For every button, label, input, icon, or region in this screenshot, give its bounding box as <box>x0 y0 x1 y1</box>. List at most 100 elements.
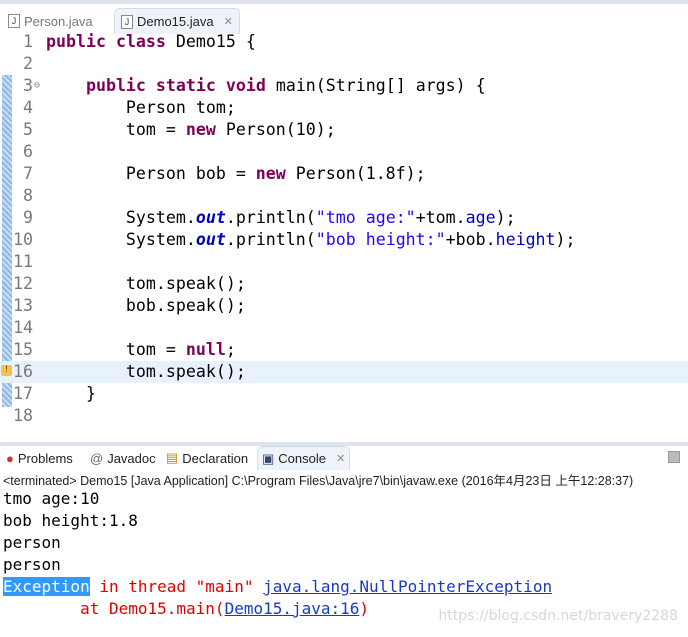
at-icon: @ <box>90 450 104 466</box>
line-number: 13 <box>13 296 33 315</box>
console-line: person <box>3 555 61 574</box>
code-token: .println( <box>225 230 316 249</box>
tab-declaration[interactable]: ▤ Declaration <box>162 446 252 470</box>
tab-problems[interactable]: ● Problems <box>2 446 77 470</box>
tab-console[interactable]: ▣ Console ✕ <box>257 446 351 470</box>
tab-javadoc[interactable]: @ Javadoc <box>86 446 160 470</box>
code-line[interactable]: 14 <box>0 317 688 339</box>
code-token: public <box>85 76 146 95</box>
console-line: tmo age:10 <box>3 489 100 508</box>
tab-label: Demo15.java <box>137 14 214 29</box>
tab-label: Person.java <box>24 13 93 29</box>
code-token: out <box>195 208 226 227</box>
line-number: 7 <box>23 164 33 183</box>
watermark: https://blog.csdn.net/bravery2288 <box>438 608 678 624</box>
code-token: } <box>46 384 96 403</box>
line-number: 8 <box>23 186 33 205</box>
code-token: main(String[] args) { <box>265 76 486 95</box>
code-line[interactable]: 1 public class Demo15 { <box>0 31 688 53</box>
code-line[interactable]: 10 System.out.println("bob height:"+bob.… <box>0 229 688 251</box>
code-token: void <box>225 76 266 95</box>
close-icon[interactable]: ✕ <box>224 15 233 28</box>
code-token: ; <box>225 340 236 359</box>
code-token: out <box>195 230 226 249</box>
code-text: Person tom; <box>46 97 236 119</box>
declaration-icon: ▤ <box>166 450 179 465</box>
line-number: 15 <box>13 340 33 359</box>
code-line[interactable]: 13 bob.speak(); <box>0 295 688 317</box>
code-token: tom.speak(); <box>46 274 246 293</box>
code-line[interactable]: 6 <box>0 141 688 163</box>
line-number: 6 <box>23 142 33 161</box>
line-number: 12 <box>13 274 33 293</box>
line-number: 10 <box>13 230 33 249</box>
code-token: "bob height:" <box>315 230 446 249</box>
code-token: static <box>155 76 216 95</box>
code-token: System. <box>46 208 196 227</box>
code-token: Demo15 { <box>165 32 256 51</box>
line-number: 4 <box>23 98 33 117</box>
code-line[interactable]: 17 } <box>0 383 688 405</box>
stack-text: ) <box>359 599 370 618</box>
line-number: 1 <box>23 32 33 51</box>
stack-trace-line: at Demo15.main(Demo15.java:16) <box>3 598 369 620</box>
code-line[interactable]: 4 Person tom; <box>0 97 688 119</box>
code-text: tom = null; <box>46 339 236 361</box>
code-token: Person bob = <box>46 164 256 183</box>
code-line[interactable]: 8 <box>0 185 688 207</box>
tab-label: Problems <box>17 450 73 466</box>
console-line: bob height:1.8 <box>3 511 138 530</box>
code-line[interactable]: 9 System.out.println("tmo age:"+tom.age)… <box>0 207 688 229</box>
code-line[interactable]: 7 Person bob = new Person(1.8f); <box>0 163 688 185</box>
code-text: System.out.println("bob height:"+bob.hei… <box>46 229 576 251</box>
warning-icon[interactable]: ! <box>1 365 12 376</box>
exception-type-link[interactable]: java.lang.NullPointerException <box>263 577 552 596</box>
code-editor[interactable]: 1 public class Demo15 {2 3 ⊖ public static … <box>0 30 688 442</box>
line-number: 11 <box>13 252 33 271</box>
code-text: } <box>46 383 96 405</box>
exception-text: in thread "main" <box>89 577 264 596</box>
minimize-button[interactable] <box>668 451 680 463</box>
tab-label: Javadoc <box>107 450 156 466</box>
code-line[interactable]: 16! tom.speak(); <box>0 361 688 383</box>
code-line[interactable]: 2 <box>0 53 688 75</box>
fold-toggle-icon[interactable]: ⊖ <box>34 75 40 97</box>
code-token: .println( <box>225 208 316 227</box>
code-token: Person tom; <box>46 98 236 117</box>
code-token: tom = <box>46 120 186 139</box>
source-location-link[interactable]: Demo15.java:16 <box>225 599 360 618</box>
code-line[interactable]: 5 tom = new Person(10); <box>0 119 688 141</box>
line-number: 5 <box>23 120 33 139</box>
code-text: System.out.println("tmo age:"+tom.age); <box>46 207 516 229</box>
code-token: System. <box>46 230 196 249</box>
code-line[interactable]: 18 <box>0 405 688 427</box>
line-number: 3 <box>23 76 33 95</box>
code-line[interactable]: 11 <box>0 251 688 273</box>
stack-text: at Demo15.main( <box>3 599 225 618</box>
problems-icon: ● <box>6 450 14 466</box>
code-token: class <box>115 32 166 51</box>
code-line[interactable]: 12 tom.speak(); <box>0 273 688 295</box>
code-token: new <box>255 164 286 183</box>
code-token: "tmo age:" <box>315 208 416 227</box>
java-file-icon: J <box>8 14 20 28</box>
code-token: public <box>46 32 106 51</box>
editor-tab-bar: J Person.java J Demo15.java ✕ <box>0 0 688 34</box>
code-token: new <box>185 120 216 139</box>
close-icon[interactable]: ✕ <box>336 452 345 465</box>
code-text: tom.speak(); <box>46 361 246 383</box>
code-token: age <box>465 208 496 227</box>
code-text: Person bob = new Person(1.8f); <box>46 163 426 185</box>
code-token: bob.speak(); <box>46 296 246 315</box>
code-token: height <box>495 230 556 249</box>
code-text: public class Demo15 { <box>46 31 256 53</box>
line-number: 14 <box>13 318 33 337</box>
code-line[interactable]: 15 tom = null; <box>0 339 688 361</box>
tab-label: Console <box>278 451 326 466</box>
code-line[interactable]: 3 ⊖ public static void main(String[] args… <box>0 75 688 97</box>
code-token: ); <box>495 208 516 227</box>
line-number: 17 <box>13 384 33 403</box>
